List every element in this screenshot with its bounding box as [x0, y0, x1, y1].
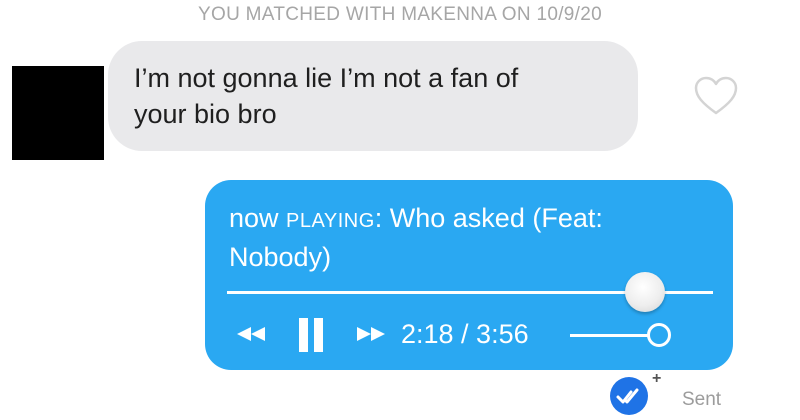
- incoming-message-line-1: I’m not gonna lie I’m not a fan of: [134, 63, 519, 93]
- time-readout: 2:18 / 3:56: [401, 319, 529, 349]
- fast-forward-icon[interactable]: [351, 326, 391, 342]
- incoming-message-line-2: your bio bro: [134, 99, 277, 129]
- outgoing-message-bubble[interactable]: now PLAYING: Who asked (Feat: Nobody) 2:…: [205, 180, 733, 370]
- sent-status: Sent: [682, 389, 722, 410]
- incoming-message-bubble[interactable]: I’m not gonna lie I’m not a fan of your …: [108, 41, 638, 151]
- rewind-icon[interactable]: [231, 326, 271, 342]
- heart-outline-icon[interactable]: [694, 76, 738, 116]
- volume-track: [570, 334, 648, 337]
- plus-badge: +: [652, 370, 662, 387]
- volume-slider-knob[interactable]: [647, 323, 671, 347]
- avatar[interactable]: [12, 66, 104, 160]
- match-date-header: YOU MATCHED WITH MAKENNA ON 10/9/20: [198, 4, 602, 25]
- pause-icon[interactable]: [298, 318, 324, 352]
- chat-screen: YOU MATCHED WITH MAKENNA ON 10/9/20 I’m …: [0, 0, 800, 420]
- double-check-icon: [610, 377, 648, 415]
- player-controls: 2:18 / 3:56: [205, 180, 733, 370]
